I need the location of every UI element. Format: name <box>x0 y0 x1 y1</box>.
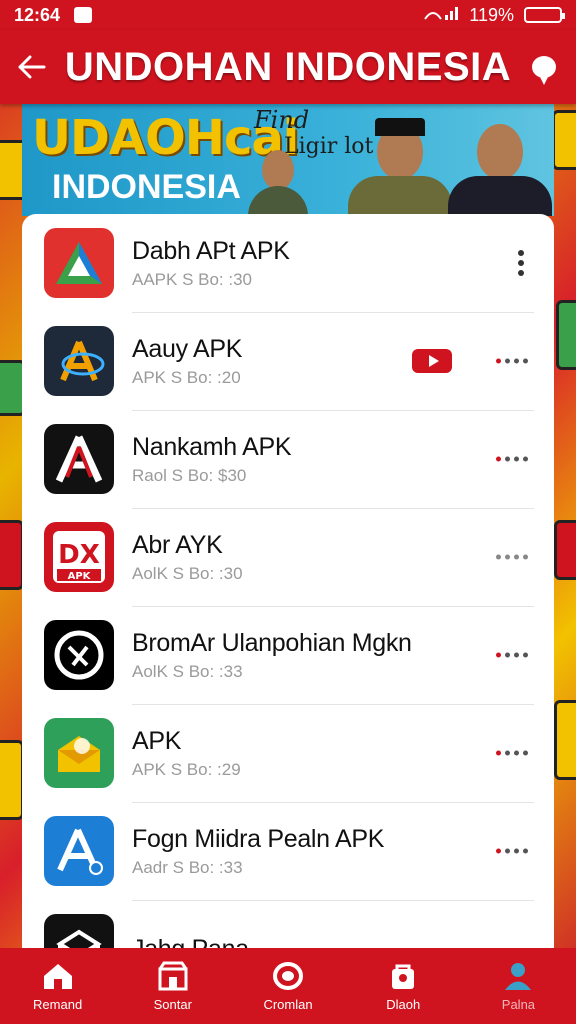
circle-x-icon <box>44 620 114 690</box>
play-triangle-icon <box>44 228 114 298</box>
banner-person-suit <box>448 124 552 216</box>
a-orbit-icon <box>44 326 114 396</box>
svg-text:APK: APK <box>68 571 92 582</box>
tab-dlaoh[interactable]: Dlaoh <box>346 948 461 1024</box>
more-options-icon[interactable] <box>496 456 528 462</box>
more-options-icon[interactable] <box>496 554 528 560</box>
more-options-icon[interactable] <box>496 652 528 658</box>
app-name: Fogn Miidra Pealn APK <box>132 824 385 853</box>
tab-label: Cromlan <box>263 996 313 1012</box>
ring-icon <box>271 961 305 991</box>
app-meta: Raol S Bo: $30 <box>132 465 247 485</box>
tab-palna[interactable]: Palna <box>461 948 576 1024</box>
app-name: Abr AYK <box>132 530 223 559</box>
banner-tagline-1: Find <box>254 106 310 134</box>
store-icon <box>156 961 190 991</box>
tab-label: Palna <box>501 996 536 1012</box>
red-a-icon <box>44 424 114 494</box>
status-time: 12:64 <box>14 4 61 25</box>
battery-percent: 119% <box>469 4 514 25</box>
app-meta: AAPK S Bo: :30 <box>132 269 253 289</box>
app-name: Aauy APK <box>132 334 243 363</box>
tab-cromlan[interactable]: Cromlan <box>230 948 345 1024</box>
app-meta: APK S Bo: :20 <box>132 367 241 387</box>
banner-person-small <box>248 150 308 216</box>
app-list-item[interactable]: DX APK Abr AYK AolK S Bo: :30 <box>22 508 554 606</box>
more-options-icon[interactable] <box>496 848 528 854</box>
app-name: Nankamh APK <box>132 432 292 461</box>
app-name: Dabh APt APK <box>132 236 290 265</box>
more-options-icon[interactable] <box>496 358 528 364</box>
app-meta: AolK S Bo: :30 <box>132 563 243 583</box>
dx-apk-icon: DX APK <box>44 522 114 592</box>
app-meta: APK S Bo: :29 <box>132 759 241 779</box>
app-meta: Aadr S Bo: :33 <box>132 857 243 877</box>
banner-country: INDONESIA <box>52 168 241 206</box>
chat-icon[interactable] <box>511 30 576 104</box>
app-list-item[interactable]: Jahg Pana <box>22 900 554 948</box>
app-meta: AolK S Bo: :33 <box>132 661 243 681</box>
app-list-item[interactable]: BromAr Ulanpohian Mgkn AolK S Bo: :33 <box>22 606 554 704</box>
video-play-icon[interactable] <box>412 349 452 373</box>
kebab-menu-icon[interactable] <box>518 250 524 276</box>
app-name: APK <box>132 726 182 755</box>
svg-text:DX: DX <box>58 540 100 570</box>
profile-icon <box>501 961 535 991</box>
promo-banner[interactable]: UDAOHcai Find Ligir lot INDONESIA <box>22 104 554 216</box>
app-name: Jahg Pana <box>132 935 554 949</box>
mail-open-icon <box>44 718 114 788</box>
store-a-icon <box>44 816 114 886</box>
battery-icon <box>524 7 565 23</box>
tab-sontar[interactable]: Sontar <box>115 948 230 1024</box>
notification-icon <box>74 7 93 23</box>
banner-person-batik <box>348 118 452 216</box>
bottom-nav: Remand Sontar Cromlan Dlaoh Palna <box>0 948 576 1024</box>
app-bar: UNDOHAN INDONESIA <box>0 30 576 104</box>
app-list-item[interactable]: Dabh APt APK AAPK S Bo: :30 <box>22 214 554 312</box>
box-icon <box>44 914 114 948</box>
app-list-item[interactable]: Nankamh APK Raol S Bo: $30 <box>22 410 554 508</box>
signal-icon <box>423 5 459 26</box>
more-options-icon[interactable] <box>496 750 528 756</box>
app-list-item[interactable]: Aauy APK APK S Bo: :20 <box>22 312 554 410</box>
back-arrow-icon[interactable] <box>0 30 65 104</box>
home-icon <box>41 961 75 991</box>
tab-label: Dlaoh <box>386 996 421 1012</box>
app-name: BromAr Ulanpohian Mgkn <box>132 628 412 657</box>
status-bar: 12:64 119% <box>0 0 576 30</box>
app-list-item[interactable]: Fogn Miidra Pealn APK Aadr S Bo: :33 <box>22 802 554 900</box>
tab-label: Sontar <box>153 996 192 1012</box>
tab-label: Remand <box>33 996 83 1012</box>
tab-remand[interactable]: Remand <box>0 948 115 1024</box>
app-list: Dabh APt APK AAPK S Bo: :30 Aauy APK APK S … <box>22 214 554 948</box>
bag-icon <box>386 961 420 991</box>
app-list-item[interactable]: APK APK S Bo: :29 <box>22 704 554 802</box>
page-title: UNDOHAN INDONESIA <box>64 44 512 89</box>
